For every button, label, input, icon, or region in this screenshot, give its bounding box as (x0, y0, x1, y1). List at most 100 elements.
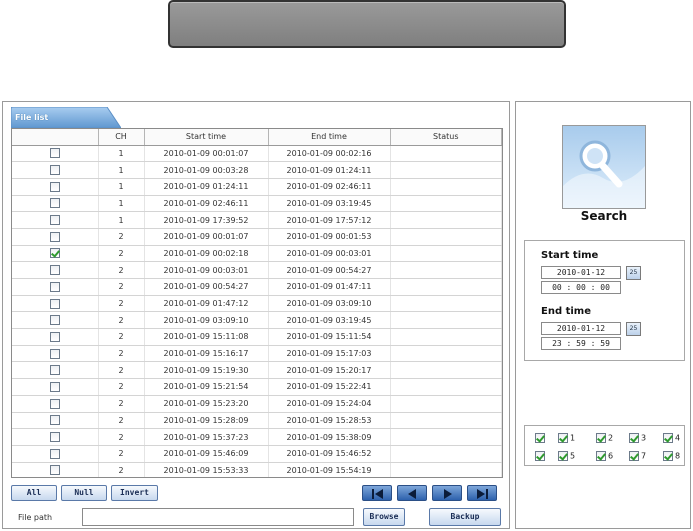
table-row[interactable]: 2 2010-01-09 15:23:20 2010-01-09 15:24:04 (12, 395, 502, 413)
row-checkbox[interactable] (49, 315, 60, 326)
previous-page-button[interactable] (397, 485, 427, 501)
end-date-field[interactable]: 2010-01-12 (541, 322, 621, 335)
channel-checkbox[interactable] (558, 451, 568, 461)
cell-status (390, 378, 502, 396)
row-checkbox[interactable] (49, 148, 60, 159)
channel-option[interactable]: 8 (663, 451, 680, 461)
table-row[interactable]: 1 2010-01-09 17:39:52 2010-01-09 17:57:12 (12, 211, 502, 229)
table-row[interactable]: 2 2010-01-09 15:19:30 2010-01-09 15:20:17 (12, 361, 502, 380)
table-row[interactable]: 2 2010-01-09 15:28:09 2010-01-09 15:28:53 (12, 412, 502, 430)
table-row[interactable]: 2 2010-01-09 00:03:01 2010-01-09 00:54:27 (12, 261, 502, 279)
row-select-cell (12, 395, 99, 413)
table-row[interactable]: 2 2010-01-09 15:37:23 2010-01-09 15:38:09 (12, 428, 502, 446)
cell-status (390, 161, 502, 179)
cell-start-time: 2010-01-09 15:11:08 (144, 328, 269, 346)
cell-end-time: 2010-01-09 03:19:45 (268, 311, 391, 330)
row-checkbox[interactable] (49, 198, 60, 209)
backup-button[interactable]: Backup (429, 508, 501, 526)
channel-option[interactable]: 1 (558, 433, 575, 443)
start-date-field[interactable]: 2010-01-12 (541, 266, 621, 279)
cell-ch: 2 (98, 261, 145, 279)
channel-checkbox[interactable] (596, 451, 606, 461)
row-checkbox[interactable] (49, 465, 60, 476)
row-checkbox[interactable] (49, 281, 60, 292)
row-select-cell (12, 412, 99, 430)
row-checkbox[interactable] (49, 165, 60, 176)
cell-start-time: 2010-01-09 00:01:07 (144, 145, 269, 163)
table-row[interactable]: 1 2010-01-09 00:03:28 2010-01-09 01:24:11 (12, 161, 502, 179)
table-row[interactable]: 2 2010-01-09 15:16:17 2010-01-09 15:17:03 (12, 345, 502, 363)
row-checkbox[interactable] (49, 298, 60, 309)
row-checkbox[interactable] (49, 398, 60, 409)
column-header-start-time[interactable]: Start time (144, 129, 269, 146)
row-checkbox[interactable] (49, 331, 60, 342)
start-clock-field[interactable]: 00 : 00 : 00 (541, 281, 621, 294)
end-time-label: End time (541, 306, 591, 317)
channel-checkbox[interactable] (663, 451, 673, 461)
row-checkbox[interactable] (49, 448, 60, 459)
table-row[interactable]: 1 2010-01-09 00:01:07 2010-01-09 00:02:16 (12, 145, 502, 163)
channel-checkbox[interactable] (629, 433, 639, 443)
row-checkbox[interactable] (49, 432, 60, 443)
channel-option[interactable]: 4 (663, 433, 680, 443)
invert-selection-button[interactable]: Invert (111, 485, 158, 501)
cell-start-time: 2010-01-09 15:46:09 (144, 445, 269, 463)
table-row[interactable]: 2 2010-01-09 00:54:27 2010-01-09 01:47:11 (12, 278, 502, 296)
table-row[interactable]: 2 2010-01-09 15:11:08 2010-01-09 15:11:54 (12, 328, 502, 346)
table-row[interactable]: 2 2010-01-09 03:09:10 2010-01-09 03:19:45 (12, 311, 502, 330)
file-path-input[interactable] (82, 508, 354, 526)
row-checkbox[interactable] (49, 381, 60, 392)
row-checkbox[interactable] (49, 181, 60, 192)
channel-option[interactable]: 6 (596, 451, 613, 461)
end-calendar-icon[interactable]: 25 (626, 322, 641, 336)
channel-option[interactable]: 5 (558, 451, 575, 461)
table-row[interactable]: 2 2010-01-09 15:21:54 2010-01-09 15:22:41 (12, 378, 502, 396)
row-checkbox[interactable] (49, 365, 60, 376)
channel-checkbox[interactable] (596, 433, 606, 443)
last-page-button[interactable] (467, 485, 497, 501)
channel-checkbox[interactable] (663, 433, 673, 443)
channel-checkbox[interactable] (558, 433, 568, 443)
cell-ch: 2 (98, 245, 145, 263)
end-clock-field[interactable]: 23 : 59 : 59 (541, 337, 621, 350)
channel-option[interactable]: 3 (629, 433, 646, 443)
table-row[interactable]: 1 2010-01-09 02:46:11 2010-01-09 03:19:45 (12, 195, 502, 213)
channel-checkbox[interactable] (535, 433, 545, 443)
tab-file-list[interactable]: File list (11, 107, 121, 129)
last-page-icon (477, 489, 488, 499)
cell-ch: 2 (98, 412, 145, 430)
column-header-ch[interactable]: CH (98, 129, 145, 146)
row-checkbox[interactable] (49, 231, 60, 242)
row-checkbox[interactable] (49, 348, 60, 359)
row-checkbox[interactable] (49, 415, 60, 426)
table-row[interactable]: 1 2010-01-09 01:24:11 2010-01-09 02:46:11 (12, 178, 502, 196)
column-header-end-time[interactable]: End time (268, 129, 391, 146)
start-calendar-icon[interactable]: 25 (626, 266, 641, 280)
select-none-button[interactable]: Null (61, 485, 107, 501)
table-row[interactable]: 2 2010-01-09 00:02:18 2010-01-09 00:03:01 (12, 245, 502, 263)
row-checkbox[interactable] (49, 215, 60, 226)
table-row[interactable]: 2 2010-01-09 00:01:07 2010-01-09 00:01:53 (12, 228, 502, 246)
search-button[interactable] (562, 125, 646, 209)
start-time-label: Start time (541, 250, 599, 261)
row-checkbox[interactable] (49, 248, 60, 259)
first-page-button[interactable] (362, 485, 392, 501)
table-row[interactable]: 2 2010-01-09 15:53:33 2010-01-09 15:54:19 (12, 462, 502, 477)
row-checkbox[interactable] (49, 265, 60, 276)
channel-option[interactable] (535, 433, 547, 443)
file-list-table[interactable]: CH Start time End time Status 1 2010-01-0… (11, 128, 503, 478)
channel-checkbox[interactable] (629, 451, 639, 461)
browse-button[interactable]: Browse (363, 508, 405, 526)
channel-option[interactable]: 7 (629, 451, 646, 461)
select-all-button[interactable]: All (11, 485, 57, 501)
channel-option[interactable] (535, 451, 547, 461)
table-row[interactable]: 2 2010-01-09 01:47:12 2010-01-09 03:09:10 (12, 295, 502, 313)
column-header-status[interactable]: Status (390, 129, 502, 146)
table-row[interactable]: 2 2010-01-09 15:46:09 2010-01-09 15:46:52 (12, 445, 502, 463)
channel-checkbox[interactable] (535, 451, 545, 461)
cell-start-time: 2010-01-09 00:03:01 (144, 261, 269, 279)
channel-option[interactable]: 2 (596, 433, 613, 443)
cell-start-time: 2010-01-09 15:28:09 (144, 412, 269, 430)
row-select-cell (12, 261, 99, 279)
next-page-button[interactable] (432, 485, 462, 501)
